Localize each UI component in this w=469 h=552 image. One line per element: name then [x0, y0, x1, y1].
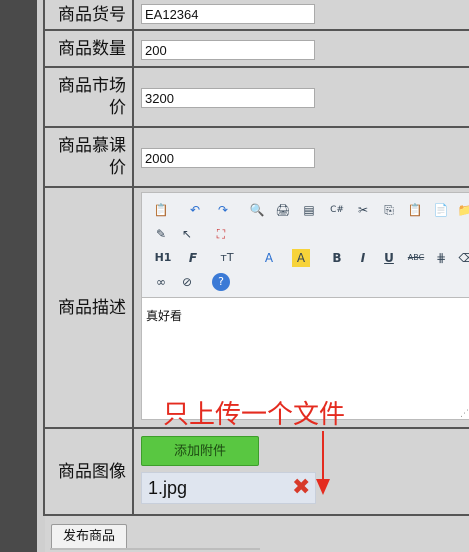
annotation-text: 只上传一个文件	[163, 400, 346, 430]
course-price-input[interactable]	[141, 148, 315, 168]
paste-more-icon[interactable]: 📁	[456, 201, 469, 219]
help-icon[interactable]: ?	[212, 273, 230, 291]
rich-text-editor[interactable]: 📋 ↶ ↷ 🔍 🖨 ▤ C# ✂ ⎘ 📋 📄 📁 ✎ ↖ ⛶ H1 F тT A…	[141, 192, 469, 420]
label-course-price: 商品慕课 价	[45, 128, 134, 186]
label-course-price-line1: 商品慕课	[58, 136, 126, 156]
delete-file-icon[interactable]: ✖	[292, 477, 314, 499]
paste-icon[interactable]: 📋	[152, 201, 170, 219]
print-icon[interactable]: 🖨	[274, 201, 292, 219]
underline-button[interactable]: U	[380, 249, 398, 267]
market-price-input[interactable]	[141, 88, 315, 108]
goods-no-input[interactable]	[141, 4, 315, 24]
unlink-icon[interactable]: ⊘	[178, 273, 196, 291]
undo-icon[interactable]: ↶	[186, 201, 204, 219]
editor-toolbar: 📋 ↶ ↷ 🔍 🖨 ▤ C# ✂ ⎘ 📋 📄 📁 ✎ ↖ ⛶ H1 F тT A…	[142, 193, 469, 298]
template-icon[interactable]: ▤	[300, 201, 318, 219]
copy-icon[interactable]: ⎘	[380, 201, 398, 219]
quantity-input[interactable]	[141, 40, 315, 60]
file-name: 1.jpg	[148, 478, 188, 498]
label-quantity: 商品数量	[45, 31, 134, 66]
row-goods-no: 商品货号	[45, 0, 469, 31]
label-description: 商品描述	[45, 188, 134, 427]
label-market-price-line2: 价	[109, 98, 126, 118]
label-market-price-line1: 商品市场	[58, 76, 126, 96]
editor-content[interactable]: 真好看	[146, 307, 182, 324]
eraser-icon[interactable]: ⌫	[458, 249, 469, 267]
label-goods-no: 商品货号	[45, 0, 134, 29]
preview-icon[interactable]: 🔍	[248, 201, 266, 219]
heading-dropdown[interactable]: H1	[150, 249, 176, 267]
annotation-arrow	[316, 431, 330, 495]
resize-handle[interactable]: ⋰	[460, 409, 469, 419]
paste-text-icon[interactable]: 📋	[406, 201, 424, 219]
font-family-dropdown[interactable]: F	[184, 249, 202, 267]
table-icon[interactable]: ⋕	[432, 249, 450, 267]
publish-button[interactable]: 发布商品	[51, 524, 127, 550]
left-panel	[0, 0, 37, 552]
uploaded-file: 1.jpg ✖	[141, 472, 316, 504]
font-size-dropdown[interactable]: тT	[218, 249, 236, 267]
select-all-icon[interactable]: ✎	[152, 225, 170, 243]
code-icon[interactable]: C#	[328, 201, 346, 219]
bottom-line	[50, 548, 260, 550]
redo-icon[interactable]: ↷	[214, 201, 232, 219]
pointer-icon[interactable]: ↖	[178, 225, 196, 243]
row-quantity: 商品数量	[45, 31, 469, 68]
label-market-price: 商品市场 价	[45, 68, 134, 126]
row-market-price: 商品市场 价	[45, 68, 469, 128]
strikethrough-button[interactable]: ABC	[404, 249, 428, 267]
label-course-price-line2: 价	[109, 158, 126, 178]
label-image: 商品图像	[45, 429, 134, 514]
row-course-price: 商品慕课 价	[45, 128, 469, 188]
highlight-button[interactable]: A	[292, 249, 310, 267]
fullscreen-icon[interactable]: ⛶	[212, 225, 230, 243]
submit-row: 发布商品	[45, 516, 469, 552]
font-color-button[interactable]: A	[260, 249, 278, 267]
cut-icon[interactable]: ✂	[354, 201, 372, 219]
link-icon[interactable]: ∞	[152, 273, 170, 291]
paste-word-icon[interactable]: 📄	[432, 201, 450, 219]
italic-button[interactable]: I	[354, 249, 372, 267]
add-attachment-button[interactable]: 添加附件	[141, 436, 259, 466]
bold-button[interactable]: B	[328, 249, 346, 267]
